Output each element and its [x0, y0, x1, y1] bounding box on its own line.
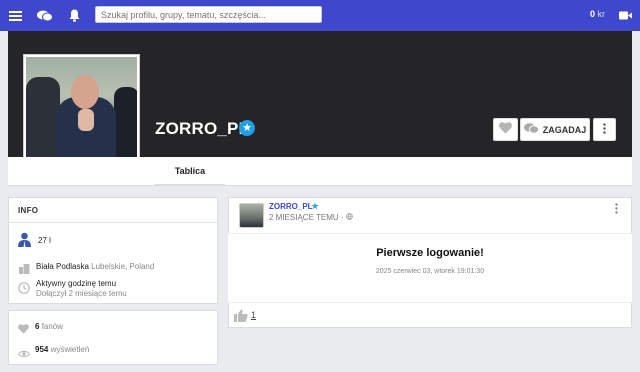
post-time: 2 MIESIĄCE TEMU · [269, 213, 353, 222]
video-camera-icon[interactable] [618, 0, 632, 31]
verified-star-icon: ★ [239, 120, 255, 136]
fans-stat[interactable]: 6 fanów [35, 322, 63, 331]
profile-tab-bar [8, 157, 632, 186]
info-title: INFO [18, 206, 39, 215]
ask-button[interactable]: ZAGADAJ [520, 118, 590, 141]
fans-label: fanów [41, 322, 64, 331]
eye-icon [17, 345, 31, 363]
thumbs-up-icon[interactable] [234, 309, 248, 327]
ask-button-label: ZAGADAJ [542, 124, 587, 135]
globe-icon [345, 213, 353, 222]
profile-name: ZORRO_PL [155, 119, 250, 138]
views-label: wyświetleń [50, 345, 90, 354]
wallet-amount: 0 [590, 9, 596, 19]
heart-icon [18, 321, 29, 339]
views-stat: 954 wyświetleń [35, 345, 89, 354]
info-age: 27 l [38, 236, 51, 245]
info-divider [8, 222, 218, 223]
stats-card [8, 310, 218, 365]
heart-icon [499, 121, 512, 139]
chat-icon[interactable] [36, 0, 54, 31]
bell-icon[interactable] [67, 0, 81, 31]
wallet-unit: kr [597, 9, 606, 19]
user-icon [17, 232, 32, 252]
vertical-dots-icon [603, 121, 606, 139]
info-region: Lubelskie, Poland [91, 262, 155, 271]
post-author-avatar[interactable] [239, 203, 264, 228]
info-joined: Dołączył 2 miesiące temu [36, 289, 127, 298]
search-input[interactable] [95, 6, 322, 23]
chat-bubble-icon [523, 123, 539, 136]
post-title: Pierwsze logowanie! [376, 247, 484, 259]
info-location: Biała Podlaska Lubelskie, Poland [36, 262, 154, 271]
fans-count: 6 [35, 322, 40, 331]
post-author-name[interactable]: ZORRO_PL [269, 202, 313, 211]
tab-tablica[interactable]: Tablica [155, 157, 225, 186]
info-city: Biała Podlaska [36, 262, 89, 271]
post-time-text: 2 MIESIĄCE TEMU · [269, 213, 344, 222]
menu-icon[interactable] [7, 0, 23, 31]
post-date: 2025 czerwiec 03, wtorek 19:01:30 [375, 268, 485, 275]
profile-avatar[interactable] [23, 54, 140, 171]
views-count: 954 [35, 345, 49, 354]
info-activity: Aktywny godzinę temu [36, 279, 117, 288]
clock-icon [18, 281, 30, 299]
post-like-count[interactable]: 1 [251, 310, 256, 320]
post-options-icon[interactable] [615, 203, 618, 217]
more-options-button[interactable] [593, 118, 616, 141]
verified-star-icon: ★ [311, 201, 320, 211]
avatar-photo [26, 57, 137, 168]
like-profile-button[interactable] [493, 118, 518, 141]
building-icon [19, 261, 30, 279]
wallet-balance[interactable]: 0 kr [590, 9, 605, 19]
